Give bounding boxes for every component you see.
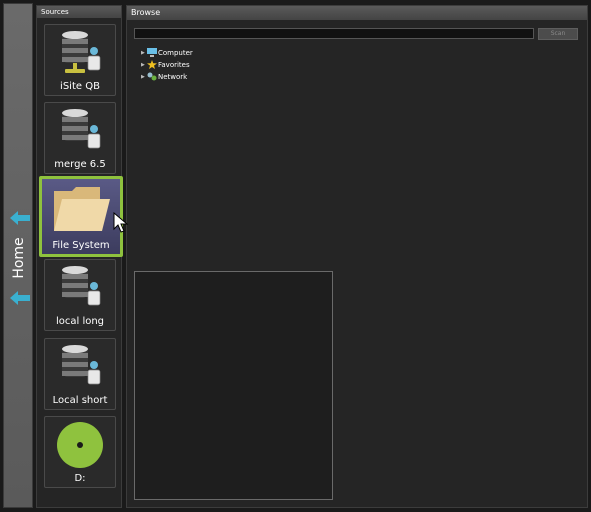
- mouse-cursor-icon: [113, 212, 129, 233]
- browse-panel: Browse Scan ▶ Computer ▶ Favorites ▶ Net…: [126, 5, 588, 508]
- sources-title: Sources: [37, 6, 121, 18]
- folder-icon: [54, 187, 110, 231]
- source-label: local long: [55, 316, 105, 327]
- star-icon: [147, 60, 157, 69]
- source-merge-6-5[interactable]: merge 6.5: [44, 102, 116, 174]
- database-server-icon: [62, 266, 101, 306]
- database-server-icon: [62, 31, 101, 73]
- preview-panel: [134, 271, 333, 500]
- tree-item-network[interactable]: ▶ Network: [141, 71, 187, 82]
- tree-label: Network: [158, 72, 188, 81]
- database-server-icon: [62, 345, 101, 385]
- source-label: iSite QB: [60, 81, 100, 92]
- source-local-long[interactable]: local long: [44, 259, 116, 331]
- home-rail[interactable]: Home: [3, 3, 33, 508]
- tree-item-computer[interactable]: ▶ Computer: [141, 47, 193, 58]
- arrow-left-icon[interactable]: [10, 291, 30, 305]
- source-label: Local short: [52, 395, 108, 406]
- tree-label: Computer: [158, 48, 193, 57]
- database-server-icon: [62, 109, 101, 149]
- tree-label: Favorites: [158, 60, 190, 69]
- computer-icon: [147, 48, 157, 57]
- disc-icon: [57, 422, 103, 468]
- source-label: File System: [52, 240, 110, 251]
- tree-item-favorites[interactable]: ▶ Favorites: [141, 59, 190, 70]
- sources-panel: Sources iSite QB merge 6.5 File System l…: [36, 5, 123, 508]
- source-label: merge 6.5: [54, 159, 106, 170]
- path-input[interactable]: [134, 28, 534, 39]
- source-label: D:: [74, 473, 86, 484]
- browse-title: Browse: [127, 6, 587, 20]
- source-isite-qb[interactable]: iSite QB: [44, 24, 116, 96]
- home-label: Home: [11, 237, 27, 279]
- source-local-short[interactable]: Local short: [44, 338, 116, 410]
- network-icon: [147, 72, 157, 81]
- source-file-system[interactable]: File System: [39, 176, 123, 257]
- scan-button[interactable]: Scan: [538, 28, 578, 40]
- arrow-left-icon[interactable]: [10, 211, 30, 225]
- source-d-drive[interactable]: D:: [44, 416, 116, 488]
